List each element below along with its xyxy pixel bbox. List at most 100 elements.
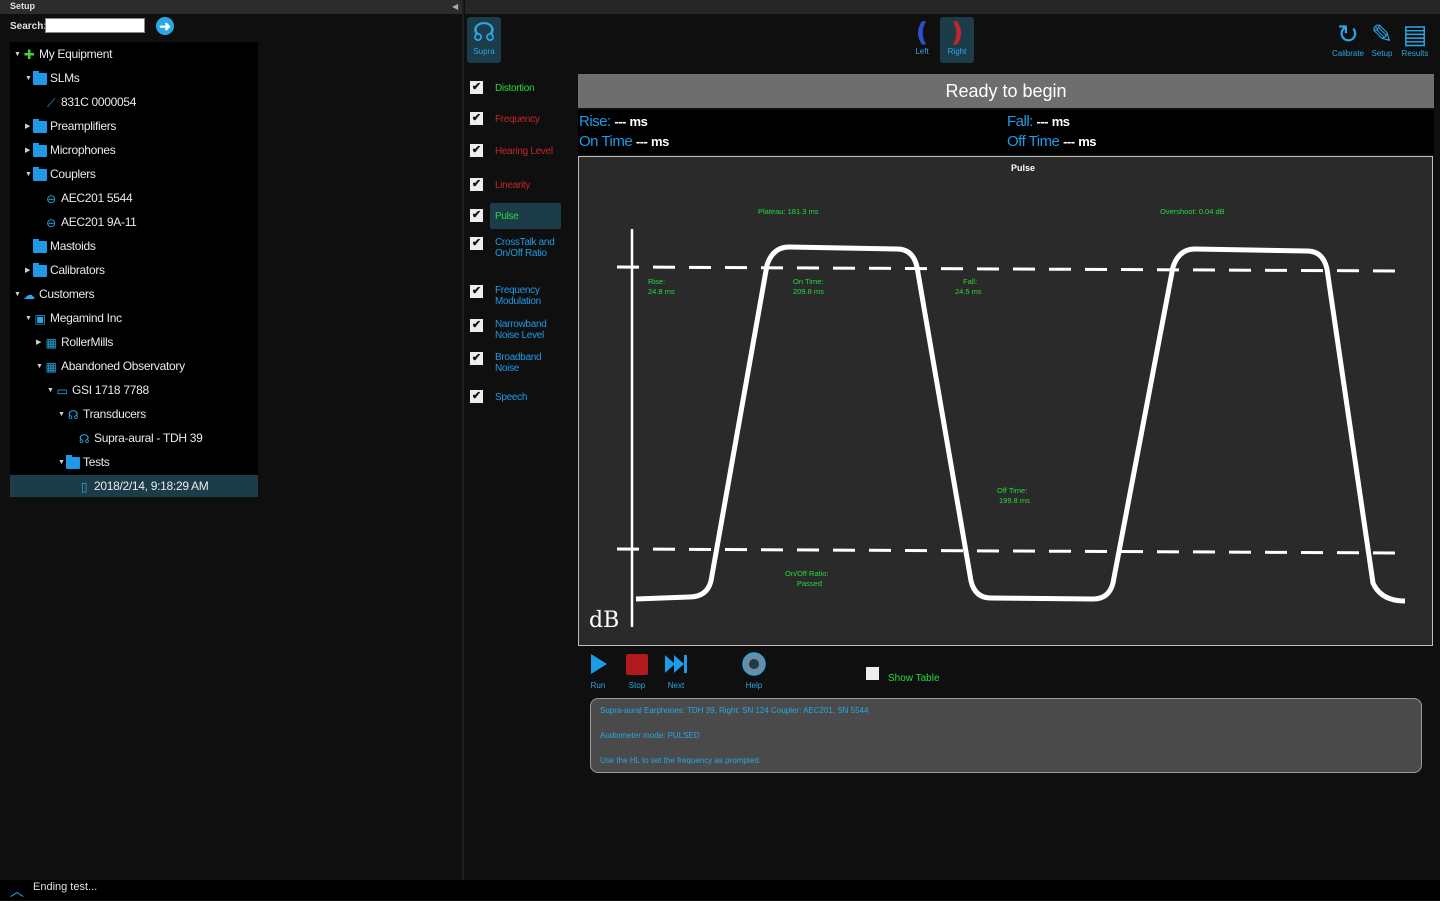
next-button[interactable]: Next — [662, 652, 690, 690]
tree-item[interactable]: ▼ ▭ GSI 1718 7788 — [47, 379, 149, 401]
tree-item[interactable]: ▶ Microphones — [25, 139, 116, 162]
stop-button[interactable]: Stop — [624, 652, 650, 690]
off-time-value: --- — [1063, 134, 1075, 149]
test-checkbox[interactable]: ✔ — [470, 81, 483, 94]
tree-item[interactable]: ▼ Couplers — [25, 163, 96, 185]
calibrate-button[interactable]: ↻ Calibrate — [1330, 19, 1366, 58]
supra-aural-button[interactable]: ☊ Supra — [467, 17, 501, 63]
tree-item-label: Tests — [83, 455, 110, 469]
test-checkbox[interactable]: ✔ — [470, 352, 483, 365]
info-line-transducer: Supra-aural Earphones: TDH 39, Right: SN… — [600, 706, 869, 715]
test-label: Frequency — [495, 114, 540, 125]
results-icon: ▤ — [1402, 19, 1428, 49]
setup-button[interactable]: ✎ Setup — [1367, 19, 1397, 58]
on-time-value: --- — [635, 134, 648, 149]
expand-open-icon[interactable]: ▼ — [14, 44, 22, 66]
search-input[interactable] — [45, 18, 145, 33]
results-button[interactable]: ▤ Results — [1398, 19, 1432, 58]
test-label: Narrowband Noise Level — [495, 319, 547, 341]
tree-item[interactable]: ▼ ▦ Abandoned Observatory — [36, 355, 185, 377]
lower-threshold-line — [616, 547, 1405, 555]
right-ear-button[interactable]: ❫ Right — [940, 17, 974, 63]
panel-divider[interactable] — [462, 0, 464, 880]
folder-icon — [33, 166, 47, 181]
test-checkbox[interactable]: ✔ — [470, 390, 483, 403]
expand-open-icon[interactable]: ▼ — [36, 356, 44, 378]
right-ear-icon: ❫ — [946, 17, 968, 47]
test-checkbox[interactable]: ✔ — [470, 178, 483, 191]
expand-open-icon[interactable]: ▼ — [25, 164, 33, 186]
tree-item[interactable]: ⊖ AEC201 5544 — [36, 187, 133, 209]
tree-item-label: Mastoids — [50, 239, 96, 253]
tree-item[interactable]: ⊖ AEC201 9A-11 — [36, 211, 137, 233]
test-item[interactable]: ✔ Broadband Noise — [470, 352, 562, 392]
tree-item[interactable]: Mastoids — [25, 235, 96, 257]
tree-item-label: 2018/2/14, 9:18:29 AM — [94, 479, 209, 493]
tree-item-label: RollerMills — [61, 335, 114, 349]
expand-open-icon[interactable]: ▼ — [25, 68, 33, 90]
tree-item[interactable]: ▶ Preamplifiers — [25, 115, 116, 137]
test-checkbox[interactable]: ✔ — [470, 285, 483, 298]
expand-closed-icon[interactable]: ▶ — [25, 116, 33, 138]
tree-item[interactable]: ▼ ✚ My Equipment — [14, 43, 112, 65]
test-label: Pulse — [495, 211, 519, 222]
test-item[interactable]: ✔ Speech — [470, 390, 562, 430]
off-time-annotation-label: Off Time: — [997, 486, 1027, 495]
test-checkbox[interactable]: ✔ — [470, 144, 483, 157]
next-icon — [665, 655, 687, 673]
expand-open-icon[interactable]: ▼ — [25, 308, 33, 330]
expand-open-icon[interactable]: ▼ — [14, 284, 22, 306]
upper-threshold-line — [616, 265, 1405, 273]
chevron-up-icon[interactable]: ︿ — [10, 881, 24, 901]
test-label: Speech — [495, 392, 528, 403]
expand-open-icon[interactable]: ▼ — [58, 452, 66, 474]
left-ear-button[interactable]: ❪ Left — [908, 17, 936, 63]
off-time-unit: ms — [1078, 134, 1097, 149]
tree-item-label: SLMs — [50, 71, 80, 85]
help-button[interactable]: Help — [740, 652, 768, 690]
expand-open-icon[interactable]: ▼ — [58, 404, 66, 426]
search-label: Search: — [10, 21, 47, 32]
folder-icon — [33, 238, 47, 253]
tree-item-label: Couplers — [50, 167, 96, 181]
test-item[interactable]: ✔ CrossTalk and On/Off Ratio — [470, 237, 562, 277]
status-message: Ready to begin — [578, 74, 1434, 108]
test-checkbox[interactable]: ✔ — [470, 319, 483, 332]
expand-closed-icon[interactable]: ▶ — [25, 140, 33, 162]
coupler-icon: ⊖ — [46, 215, 56, 230]
show-table-checkbox[interactable] — [866, 667, 879, 680]
tree-item[interactable]: ▼ ▣ Megamind Inc — [25, 307, 122, 329]
tree-item[interactable]: ⟋ 831C 0000054 — [36, 91, 137, 113]
collapse-panel-icon[interactable]: ◀ — [452, 2, 458, 11]
test-checkbox[interactable]: ✔ — [470, 112, 483, 125]
tree-item[interactable]: ☊ Supra-aural - TDH 39 — [69, 427, 203, 449]
tree-item[interactable]: ▼ ☊ Transducers — [58, 403, 146, 425]
test-label: Distortion — [495, 83, 535, 94]
fall-label: Fall: — [1007, 113, 1033, 130]
expand-closed-icon[interactable]: ▶ — [25, 260, 33, 282]
fall-annotation-value: 24.5 ms — [955, 287, 982, 296]
rise-readout: Rise: --- ms — [579, 113, 648, 130]
test-checkbox[interactable]: ✔ — [470, 209, 483, 222]
test-checkbox[interactable]: ✔ — [470, 237, 483, 250]
tree-item[interactable]: ▼ SLMs — [25, 67, 80, 90]
test-label: Hearing Level — [495, 146, 553, 157]
expand-closed-icon[interactable]: ▶ — [36, 332, 44, 354]
on-time-readout: On Time --- ms — [579, 133, 669, 150]
tree-item[interactable]: ▶ ▦ RollerMills — [36, 331, 113, 353]
pulse-trace — [635, 244, 1406, 604]
tree-item[interactable]: ▯ 2018/2/14, 9:18:29 AM — [10, 475, 258, 497]
run-button[interactable]: Run — [586, 652, 610, 690]
document-icon: ▯ — [80, 479, 88, 494]
folder-icon — [66, 454, 80, 469]
tree-item[interactable]: ▶ Calibrators — [25, 259, 105, 281]
folder-icon — [33, 262, 47, 277]
tree-item[interactable]: ▼ Tests — [58, 451, 110, 473]
folder-icon — [33, 118, 47, 133]
tree-item[interactable]: ▼ ☁ Customers — [14, 283, 95, 306]
calibrate-label: Calibrate — [1331, 49, 1364, 58]
search-go-icon[interactable]: ➜ — [156, 17, 174, 35]
right-label: Right — [947, 47, 967, 56]
calibrate-icon: ↻ — [1337, 19, 1359, 49]
expand-open-icon[interactable]: ▼ — [47, 380, 55, 402]
